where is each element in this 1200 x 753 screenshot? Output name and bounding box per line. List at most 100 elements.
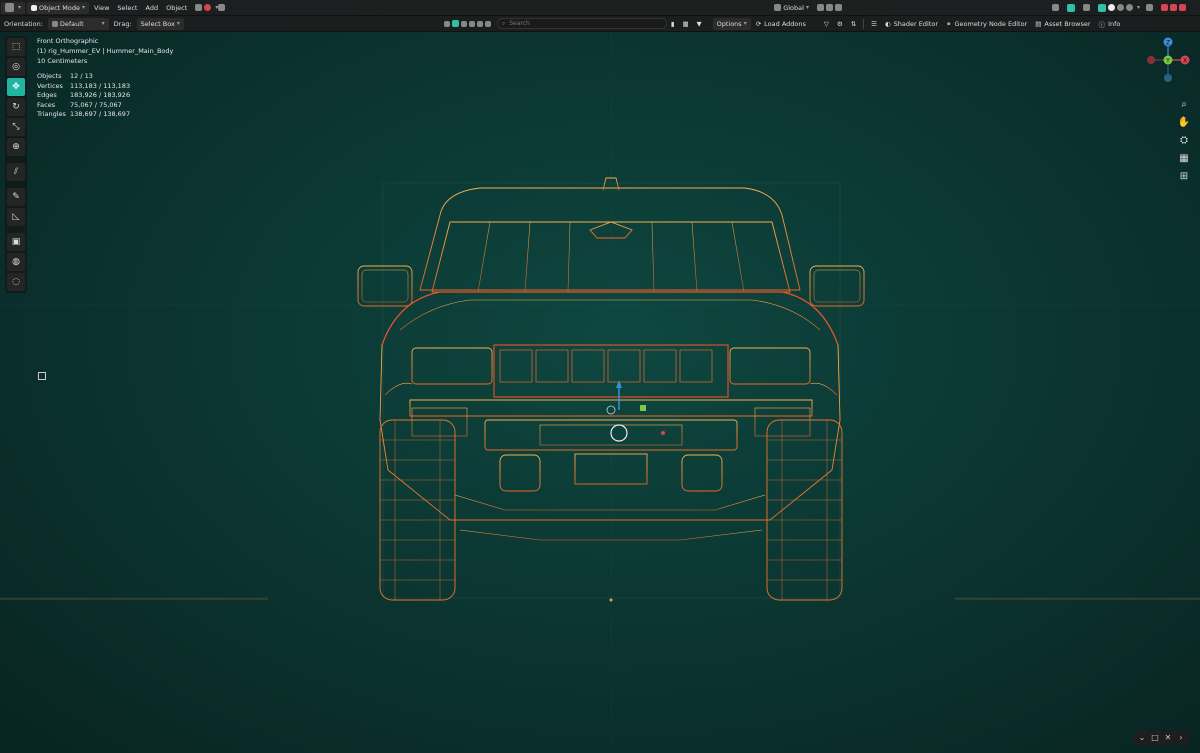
- orientation-icon: [774, 4, 782, 11]
- orientation-select[interactable]: Global ▾: [770, 2, 848, 14]
- asset-browser-label: Asset Browser: [1044, 19, 1091, 28]
- z-axis-label: Z: [1166, 39, 1170, 46]
- neg-x-axis-icon: [1147, 56, 1155, 64]
- viewport-info: Front Orthographic (1) rig_Hummer_EV | H…: [37, 36, 173, 66]
- tool-shelf: ⬚ ◎ ✥ ↻ ⤡ ⊕ ⫽ ✎ ◺ ▣ ◍ ◌: [5, 36, 27, 293]
- overlay-icon: [1066, 3, 1075, 12]
- spin-tool-icon[interactable]: ◌: [7, 273, 25, 291]
- drag-label: Drag:: [113, 19, 132, 28]
- close-icon[interactable]: ✕: [1162, 732, 1174, 744]
- settings-icon[interactable]: ⚙: [833, 18, 847, 30]
- object-path: (1) rig_Hummer_EV | Hummer_Main_Body: [37, 47, 174, 55]
- wireframe-shading-icon: [1097, 3, 1106, 12]
- measure-tool-icon[interactable]: ◺: [7, 208, 25, 226]
- options-label: Options: [716, 19, 742, 28]
- info-button[interactable]: ⓘ Info: [1095, 18, 1125, 30]
- stat-value: 183,926 / 183,926: [70, 91, 131, 99]
- viewport-shading[interactable]: ▾: [1048, 2, 1192, 14]
- add-cube-tool-icon[interactable]: ▣: [7, 233, 25, 251]
- node-icon: ⚭: [946, 19, 952, 28]
- sort-icon[interactable]: ⇅: [847, 18, 860, 30]
- scale-tool-icon[interactable]: ⤡: [7, 118, 25, 136]
- viewport-icon: [5, 3, 14, 12]
- proportional-icon: [834, 4, 842, 11]
- orientation-label: Orientation:: [4, 19, 43, 28]
- funnel-icon[interactable]: ▼: [693, 18, 706, 30]
- stat-label: Faces: [37, 100, 56, 109]
- render-icon: [1161, 4, 1168, 11]
- stat-value: 12 / 13: [70, 72, 93, 80]
- tool-settings-bar: Orientation: Default ▾ Drag: Select Box ▾ …: [0, 16, 1200, 32]
- neg-z-axis-icon: [1164, 74, 1172, 82]
- navigation-gizmo[interactable]: Z X Y: [1144, 36, 1192, 84]
- search-input[interactable]: ⌕ Search: [496, 18, 667, 29]
- record-icon: [204, 4, 212, 11]
- sculpt-tool-icon[interactable]: ◍: [7, 253, 25, 271]
- stat-row: Faces 75,067 / 75,067: [37, 101, 130, 111]
- orientation-value: Default: [59, 19, 84, 28]
- viewport-nav-tools: ⌕ ✋ ⛭ ▦ ⊞: [1176, 98, 1192, 184]
- empty-icon: [476, 20, 483, 27]
- mode-select[interactable]: Object Mode ▾: [27, 1, 89, 14]
- menu-icon[interactable]: ☰: [867, 18, 881, 30]
- editor-type-button[interactable]: ▾: [1, 1, 26, 14]
- transform-gizmo: [606, 380, 665, 435]
- stat-label: Objects: [37, 72, 62, 80]
- flag-icon[interactable]: [38, 372, 46, 380]
- cursor-tool-icon[interactable]: ◎: [7, 58, 25, 76]
- move-tool-icon[interactable]: ✥: [7, 78, 25, 96]
- geometry-node-editor-label: Geometry Node Editor: [954, 19, 1028, 28]
- info-label: Info: [1108, 19, 1121, 28]
- stat-value: 113,183 / 113,183: [70, 81, 131, 90]
- vehicle-wireframe: [0, 177, 1200, 602]
- chevron-right-icon[interactable]: ›: [1175, 732, 1187, 744]
- asset-icon: ▤: [1035, 19, 1042, 28]
- stat-label: Vertices: [37, 81, 63, 90]
- 3d-viewport[interactable]: [0, 0, 1200, 753]
- mesh-icon: [451, 20, 459, 27]
- menu-object[interactable]: Object: [162, 2, 191, 14]
- draw-tool-icon[interactable]: ✎: [7, 188, 25, 206]
- pan-hand-icon[interactable]: ✋: [1177, 116, 1191, 130]
- scene-icon: [195, 4, 203, 11]
- camera-filter-icon: [468, 20, 475, 27]
- menu-add[interactable]: Add: [141, 2, 162, 14]
- annotate-tool-icon[interactable]: ⫽: [7, 163, 25, 181]
- search-placeholder: Search: [509, 20, 530, 27]
- camera-view-icon[interactable]: ⛭: [1177, 134, 1191, 148]
- asset-browser-button[interactable]: ▤ Asset Browser: [1031, 18, 1094, 30]
- geometry-node-editor-button[interactable]: ⚭ Geometry Node Editor: [942, 18, 1031, 30]
- zoom-icon[interactable]: ⌕: [1177, 98, 1191, 112]
- shader-icon: ◐: [885, 19, 891, 28]
- solid-shading-icon: [1107, 4, 1115, 11]
- menu-view[interactable]: View: [90, 2, 113, 14]
- maximize-icon[interactable]: □: [1149, 732, 1161, 744]
- shader-editor-button[interactable]: ◐ Shader Editor: [881, 18, 942, 30]
- light-icon: [460, 20, 467, 27]
- select-box-tool-icon[interactable]: ⬚: [7, 38, 25, 56]
- bookmark-icon[interactable]: ▮: [667, 18, 679, 30]
- orientation-dropdown[interactable]: Default ▾: [47, 17, 109, 30]
- grid-toggle-icon[interactable]: ▦: [1177, 152, 1191, 166]
- stat-row: Triangles 138,697 / 138,697: [37, 110, 130, 120]
- render-shading-icon: [1125, 4, 1133, 11]
- transform-tool-icon[interactable]: ⊕: [7, 138, 25, 156]
- menu-select[interactable]: Select: [113, 2, 141, 14]
- drag-dropdown[interactable]: Select Box ▾: [136, 17, 184, 30]
- view-name: Front Orthographic: [37, 37, 99, 45]
- quad-view-icon[interactable]: ⊞: [1177, 170, 1191, 184]
- material-shading-icon: [1116, 4, 1124, 11]
- load-addons-label: Load Addons: [764, 19, 806, 28]
- load-addons-button[interactable]: ⟳ Load Addons: [752, 18, 810, 30]
- outliner-filter-icons[interactable]: [440, 18, 497, 30]
- rotate-tool-icon[interactable]: ↻: [7, 98, 25, 116]
- minimize-icon[interactable]: ⌄: [1136, 732, 1148, 744]
- camera-icon: [1179, 4, 1186, 11]
- filter-toggle-icon[interactable]: ▽: [820, 18, 833, 30]
- snapping-icon: [825, 4, 833, 11]
- options-button[interactable]: Options ▾: [712, 17, 751, 30]
- 3d-cursor: [610, 424, 628, 442]
- header-tool-icons[interactable]: ▾: [191, 2, 231, 14]
- x-axis-label: X: [1183, 57, 1187, 64]
- grid-icon[interactable]: ▦: [678, 18, 692, 30]
